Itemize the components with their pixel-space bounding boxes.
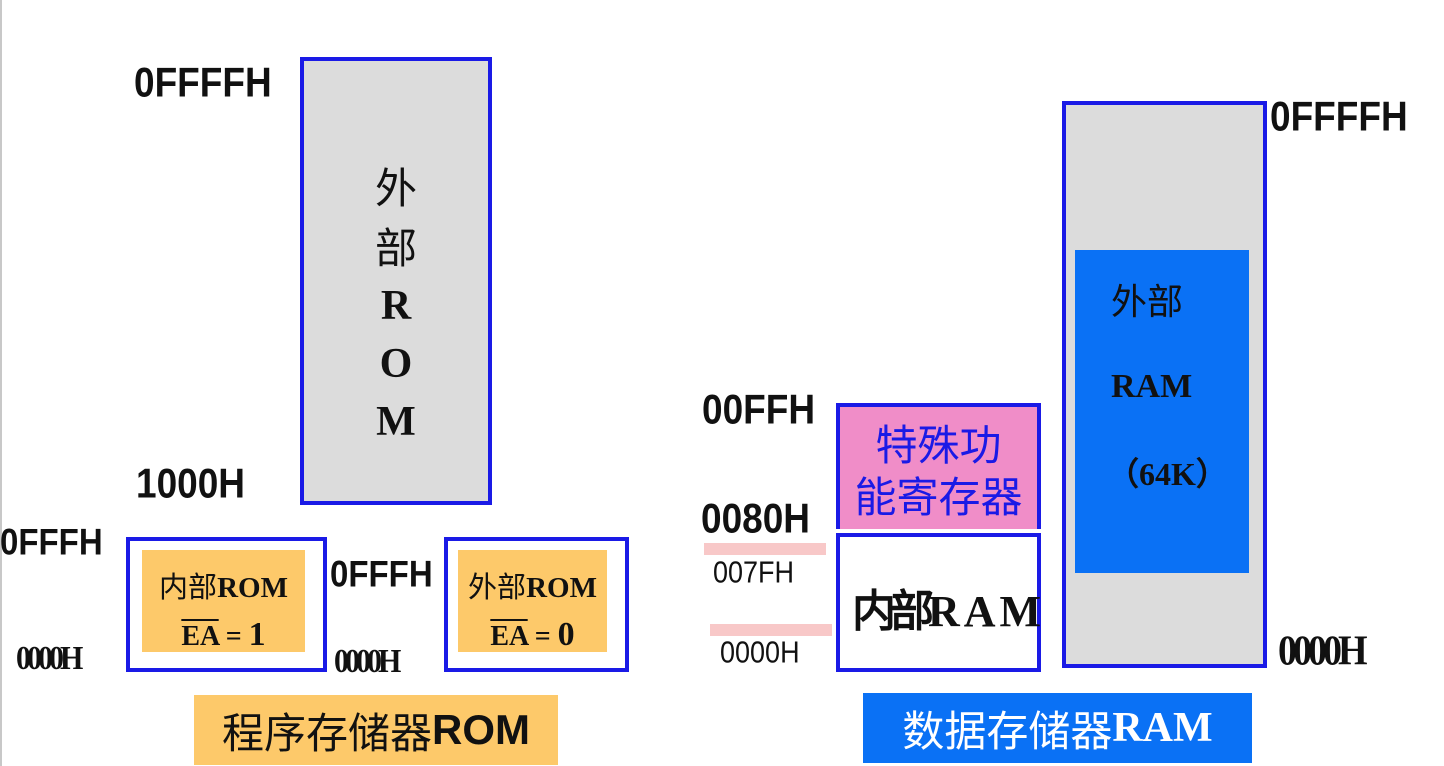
- ext-ram-size: （64K）: [1107, 456, 1228, 492]
- external-rom-block: 外 部 R O M: [300, 57, 492, 505]
- ea0-condition: EA = 0: [490, 616, 575, 653]
- ram-caption: 数据存储器 RAM: [863, 693, 1252, 763]
- internal-ram-block: 内部RAM: [836, 533, 1041, 672]
- ext-rom-bottom-address: 1000H: [136, 460, 246, 507]
- int-ram-top-address: 007FH: [713, 555, 795, 590]
- int-rom-top-address: 0FFFH: [0, 520, 103, 563]
- ext-rom-char-4: O: [379, 341, 413, 387]
- ext-rom-ea0-title: 外部ROM: [468, 572, 597, 604]
- sfr-label-line1: 特殊功: [875, 421, 1002, 470]
- ext-ram-label-cjk: 外部: [1111, 282, 1184, 322]
- internal-ram-label: 内部RAM: [852, 586, 1046, 637]
- rom-caption: 程序存储器 ROM: [194, 695, 558, 765]
- ext-ram-bottom-address: 0000H: [1278, 627, 1368, 675]
- ext-ram-label-latin: RAM: [1111, 368, 1193, 405]
- ea1-condition: EA = 1: [181, 616, 266, 653]
- ext-rom-char-3: R: [380, 283, 412, 329]
- int-ram-bottom-address: 0000H: [720, 635, 800, 670]
- external-ram-block: 外部 RAM （64K）: [1075, 250, 1249, 573]
- ext-rom-ea0-bottom-address: 0000H: [334, 642, 401, 680]
- ext-rom-char-1: 外: [374, 167, 417, 213]
- sfr-block: 特殊功 能寄存器: [836, 403, 1041, 529]
- left-border-line: [0, 0, 2, 766]
- pink-marker-top: [704, 543, 826, 555]
- ext-rom-top-address: 0FFFFH: [134, 59, 272, 106]
- int-rom-bottom-address: 0000H: [16, 639, 83, 677]
- ext-rom-ea0-top-address: 0FFFH: [330, 552, 433, 595]
- sfr-bottom-address: 0080H: [701, 495, 811, 542]
- sfr-top-address: 00FFH: [702, 386, 816, 433]
- external-rom-ea0-block: 外部ROM EA = 0: [458, 550, 607, 653]
- ext-rom-char-2: 部: [374, 227, 417, 273]
- ext-ram-top-address: 0FFFFH: [1270, 93, 1408, 140]
- pink-marker-bottom: [710, 624, 832, 636]
- ext-rom-char-5: M: [376, 399, 416, 445]
- sfr-label-line2: 能寄存器: [854, 473, 1023, 522]
- int-rom-title: 内部ROM: [159, 572, 288, 604]
- internal-rom-ea1-block: 内部ROM EA = 1: [142, 550, 305, 653]
